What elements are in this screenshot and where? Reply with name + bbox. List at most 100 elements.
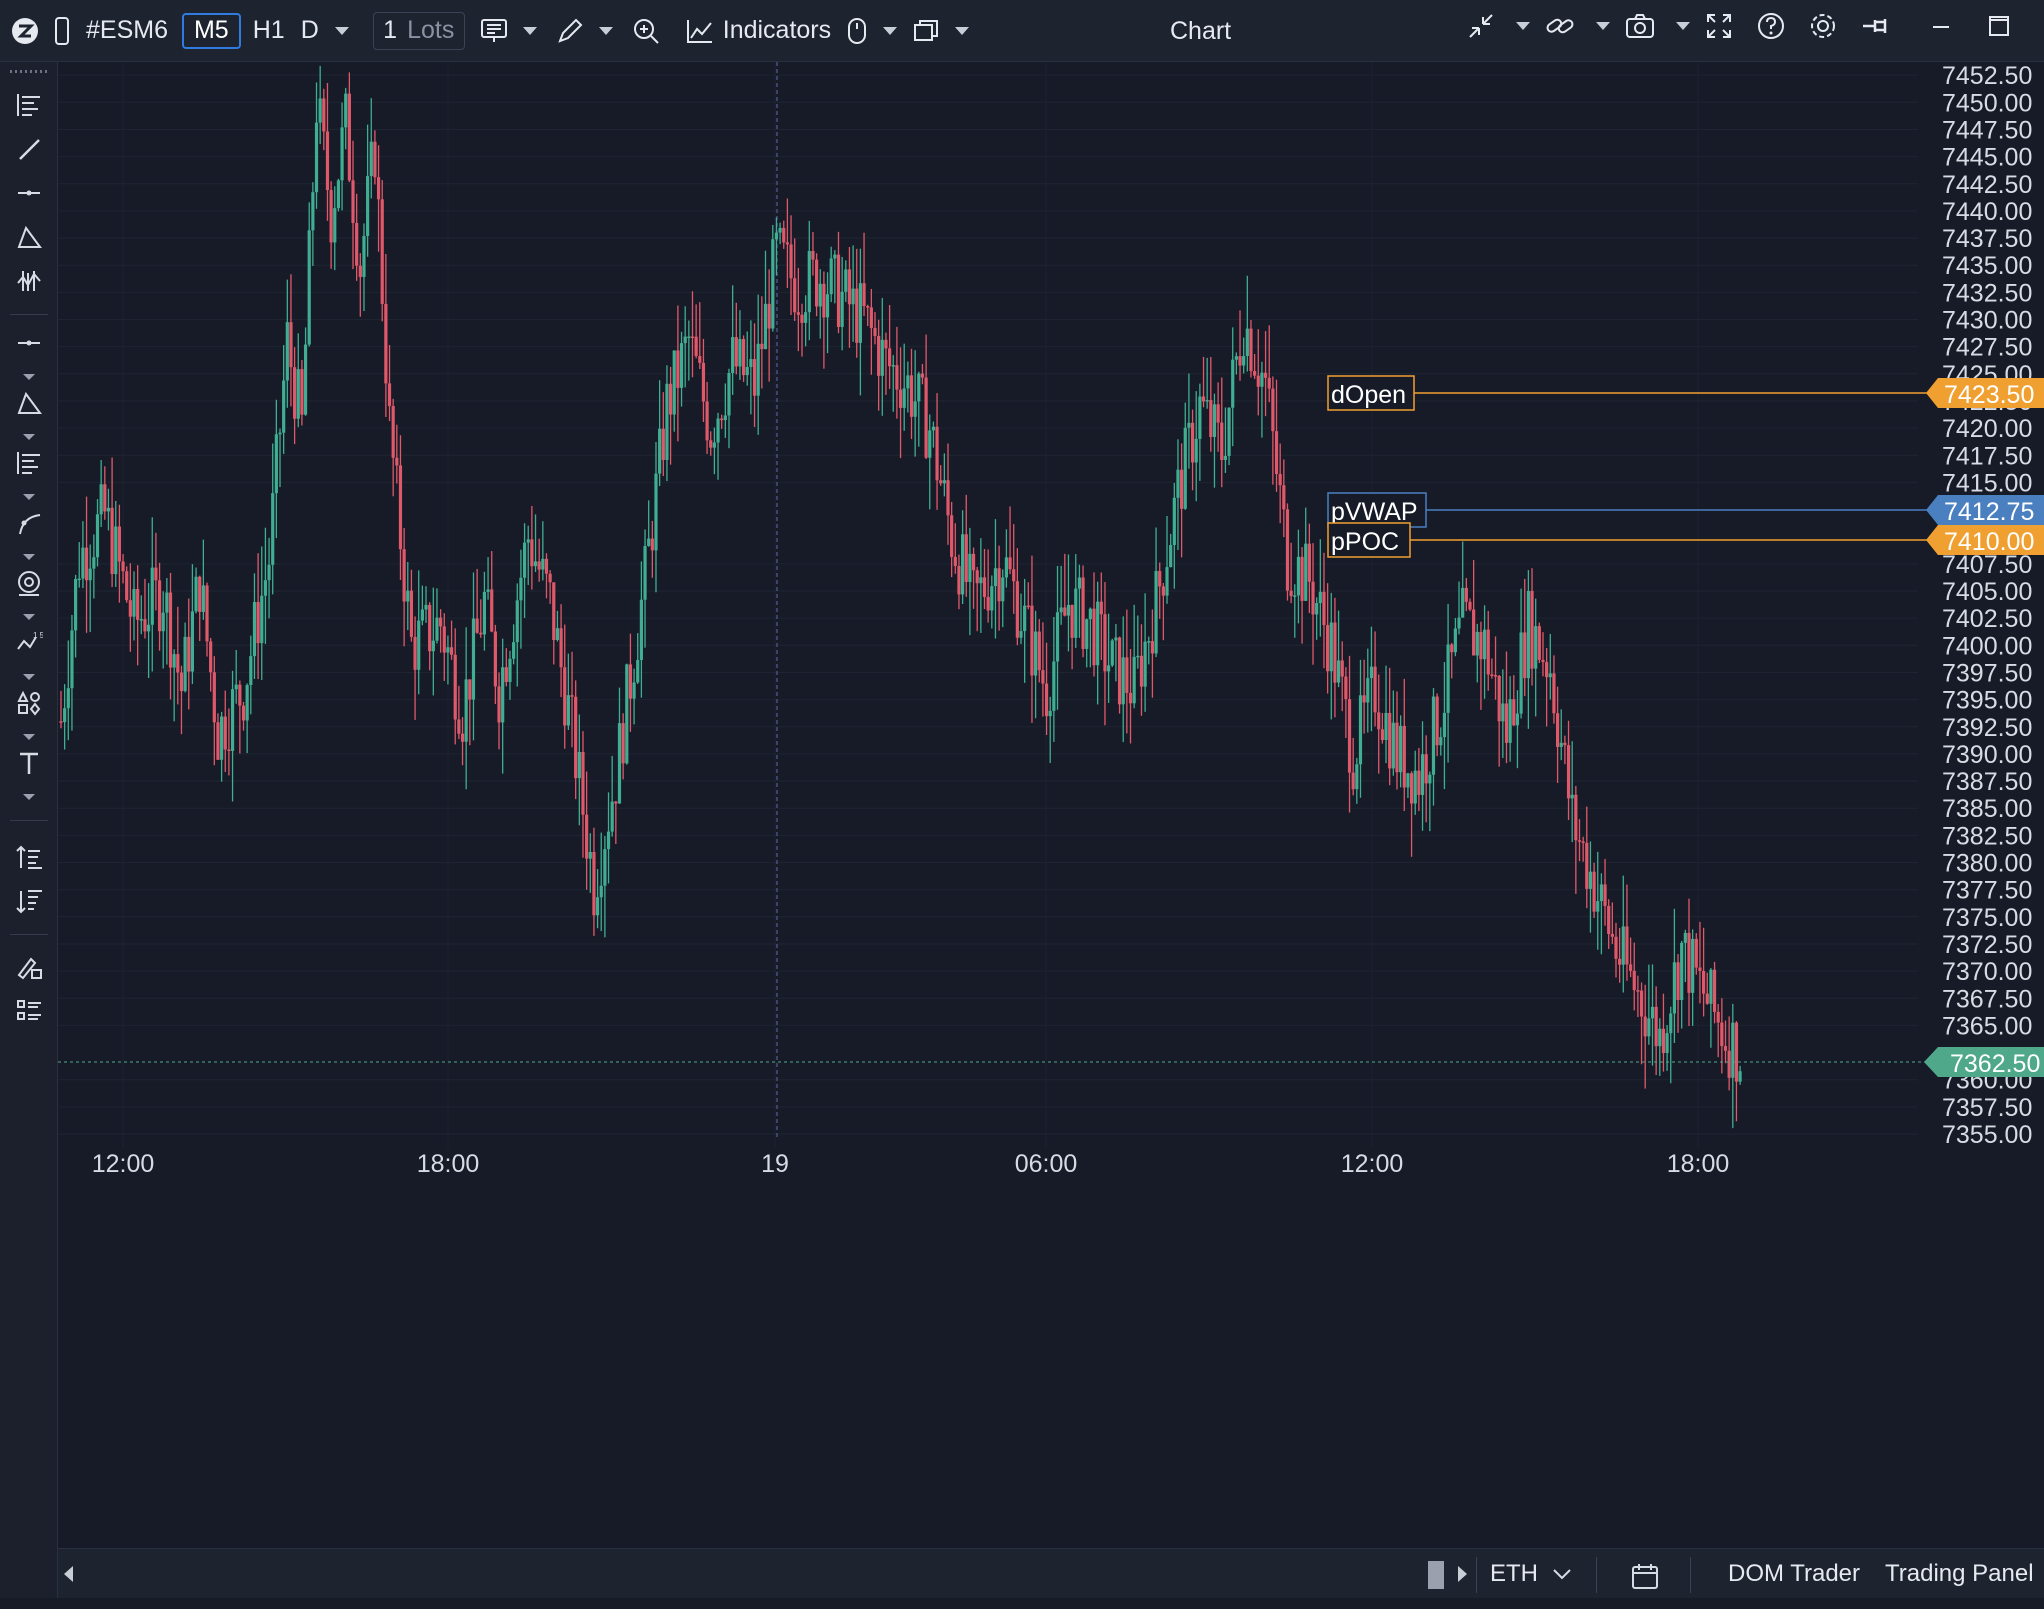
candle-body — [1034, 631, 1038, 676]
target-tool-icon[interactable] — [10, 564, 48, 602]
calendar-icon[interactable] — [1630, 1559, 1660, 1589]
candle-body — [723, 415, 727, 421]
pencil-caret-icon[interactable] — [593, 11, 613, 51]
collapse-icon[interactable] — [1466, 11, 1496, 41]
link-icon[interactable] — [1544, 11, 1576, 41]
session-selector[interactable]: ETH — [1490, 1549, 1573, 1599]
line-tools-group-icon[interactable] — [10, 324, 48, 362]
maximize-icon[interactable] — [1984, 11, 2014, 41]
trading-panel-button[interactable]: Trading Panel — [1885, 1549, 2034, 1599]
candle-body — [205, 585, 209, 642]
text-tool-icon[interactable] — [10, 744, 48, 782]
candle-body — [665, 383, 669, 461]
candle-body — [1278, 473, 1282, 486]
camera-caret-icon[interactable] — [1676, 22, 1690, 30]
minimize-icon[interactable] — [1926, 11, 1956, 41]
candle-body — [293, 367, 297, 419]
candle-body — [457, 719, 461, 734]
pencil-icon[interactable] — [555, 11, 585, 51]
curve-tool-icon[interactable] — [10, 504, 48, 542]
candle-body — [453, 654, 457, 720]
help-icon[interactable] — [1756, 11, 1786, 41]
candle-body — [482, 591, 487, 635]
lock-drawings-icon[interactable] — [10, 948, 48, 986]
line-tools-caret-icon[interactable] — [23, 374, 35, 380]
candle-body — [942, 480, 946, 484]
candle-body — [1701, 971, 1706, 994]
mouse-icon[interactable] — [845, 11, 869, 51]
zoom-in-icon[interactable] — [631, 11, 661, 51]
curve-caret-icon[interactable] — [23, 554, 35, 560]
camera-icon[interactable] — [1624, 11, 1656, 41]
fibonacci-group-icon[interactable] — [10, 444, 48, 482]
app-logo-icon[interactable] — [10, 11, 40, 51]
symbol-selector[interactable]: #ESM6 — [86, 11, 168, 51]
candle-body — [234, 684, 238, 690]
scroll-right-icon[interactable] — [1458, 1566, 1467, 1582]
candle-body — [701, 362, 706, 402]
triangle-tool-icon[interactable] — [10, 218, 48, 256]
text-caret-icon[interactable] — [23, 794, 35, 800]
scrollbar-thumb[interactable] — [1428, 1561, 1444, 1589]
sidebar-grip[interactable] — [10, 70, 48, 73]
timeframe-h1-button[interactable]: H1 — [253, 11, 285, 51]
shapes-icon[interactable] — [10, 684, 48, 722]
sort-ascending-icon[interactable] — [10, 838, 48, 876]
indicators-button[interactable]: Indicators — [685, 11, 831, 51]
fullscreen-icon[interactable] — [1704, 11, 1734, 41]
timeframe-dropdown-caret-icon[interactable] — [329, 11, 349, 51]
candle-body — [909, 375, 914, 417]
candle-body — [157, 580, 162, 632]
windows-caret-icon[interactable] — [949, 11, 970, 51]
chart-type-icon[interactable] — [479, 11, 509, 51]
shapes-caret-icon[interactable] — [23, 734, 35, 740]
candle-body — [1351, 772, 1355, 790]
scroll-left-icon[interactable] — [64, 1566, 73, 1582]
price-tick-label: 7365.00 — [1942, 1012, 2032, 1040]
price-tick-label: 7380.00 — [1942, 850, 2032, 878]
target-caret-icon[interactable] — [23, 614, 35, 620]
candle-body — [1194, 438, 1198, 463]
price-pattern-tool-icon[interactable] — [10, 262, 48, 300]
wave-caret-icon[interactable] — [23, 674, 35, 680]
candle-body — [486, 589, 490, 592]
mouse-caret-icon[interactable] — [877, 11, 898, 51]
timeframe-m5-button[interactable]: M5 — [181, 12, 241, 49]
candle-body — [544, 558, 549, 574]
timeframe-d-button[interactable]: D — [301, 11, 319, 51]
fibonacci-caret-icon[interactable] — [23, 494, 35, 500]
candle-body — [325, 131, 330, 191]
shape-tools-caret-icon[interactable] — [23, 434, 35, 440]
candle-body — [1592, 871, 1596, 912]
pin-icon[interactable] — [1860, 11, 1892, 41]
lots-input[interactable]: 1 Lots — [372, 11, 465, 50]
shape-tools-group-icon[interactable] — [10, 384, 48, 422]
gear-icon[interactable] — [1808, 11, 1838, 41]
drawing-tools-sidebar: 1 5 — [0, 62, 58, 1598]
device-icon[interactable] — [54, 11, 70, 51]
dom-trader-button[interactable]: DOM Trader — [1728, 1549, 1860, 1599]
link-caret-icon[interactable] — [1596, 22, 1610, 30]
chart-type-caret-icon[interactable] — [517, 11, 537, 51]
fibonacci-tool-icon[interactable] — [10, 86, 48, 124]
price-chart[interactable]: 12:00 18:00 19 06:00 12:00 18:00 7455.007452.… — [58, 62, 2044, 1548]
candle-body — [84, 547, 89, 581]
wave-tool-icon[interactable]: 1 5 — [10, 624, 48, 662]
candle-body — [1406, 773, 1410, 788]
horizontal-line-tool-icon[interactable] — [10, 174, 48, 212]
objects-list-icon[interactable] — [10, 992, 48, 1030]
trend-line-tool-icon[interactable] — [10, 130, 48, 168]
candle-body — [522, 542, 527, 578]
sort-descending-icon[interactable] — [10, 882, 48, 920]
candle-body — [117, 526, 122, 562]
candle-body — [1110, 640, 1114, 666]
candle-body — [1260, 372, 1264, 387]
candle-body — [1545, 662, 1549, 678]
candle-body — [95, 514, 100, 558]
candle-body — [698, 355, 702, 363]
candle-body — [428, 604, 432, 652]
candle-body — [1610, 933, 1614, 937]
windows-icon[interactable] — [911, 11, 941, 51]
candle-body — [639, 599, 643, 660]
collapse-caret-icon[interactable] — [1516, 22, 1530, 30]
